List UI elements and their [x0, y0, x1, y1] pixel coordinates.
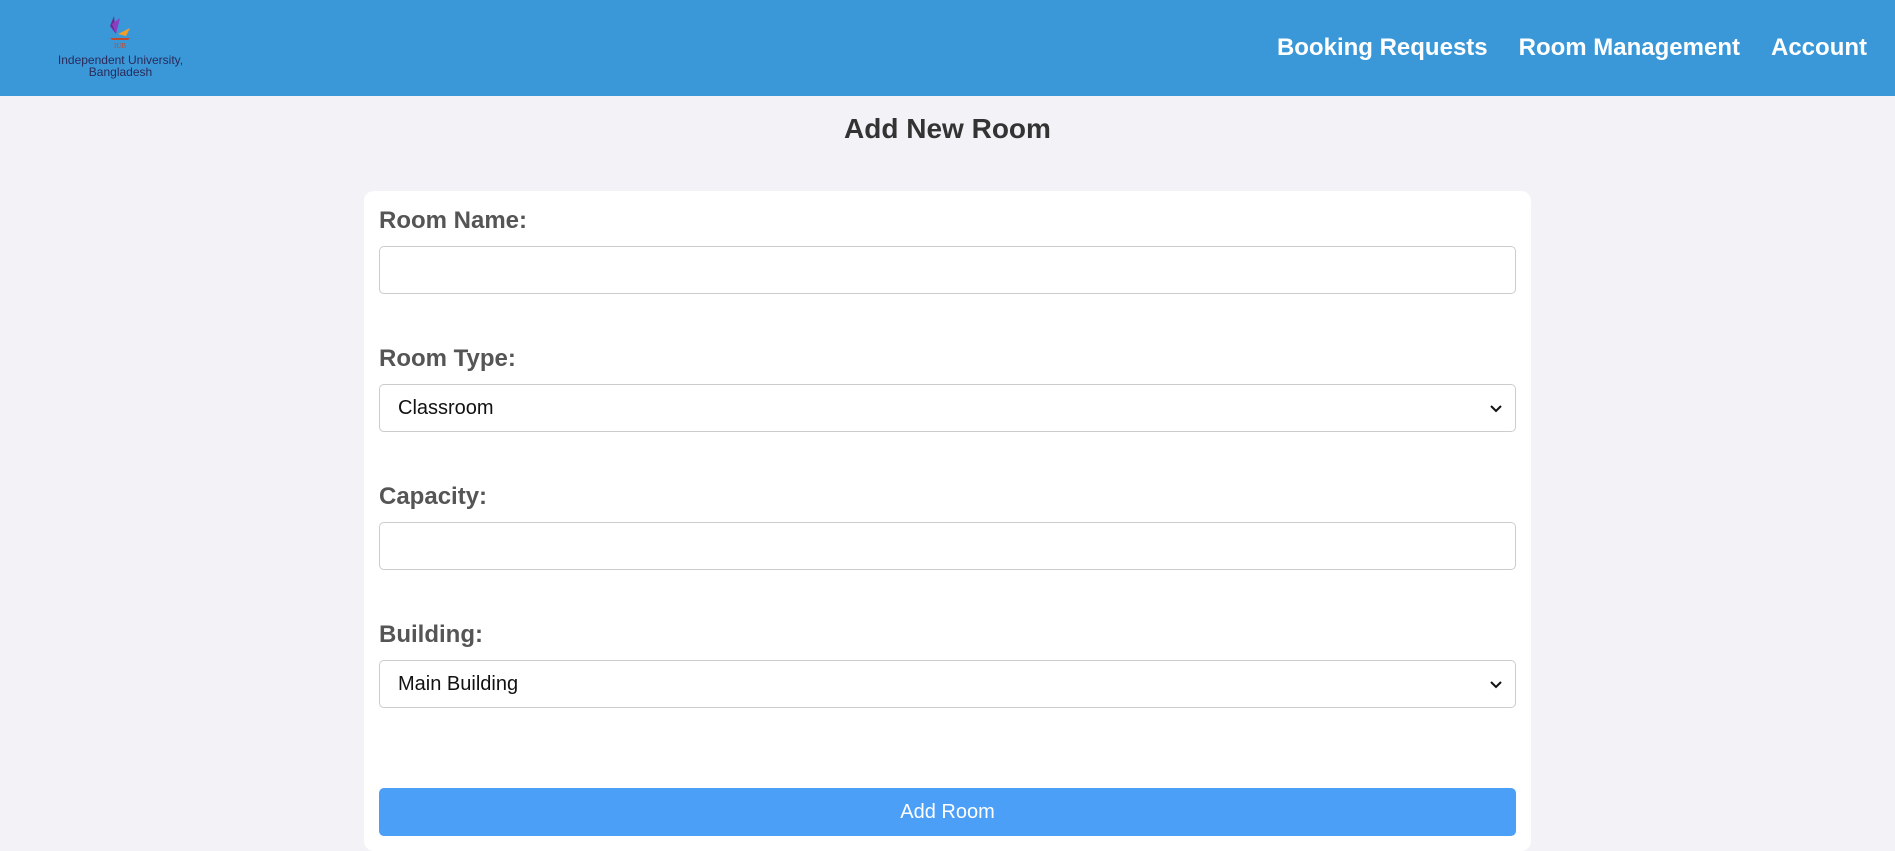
main-nav: Booking Requests Room Management Account	[1277, 0, 1867, 96]
add-room-button[interactable]: Add Room	[379, 788, 1516, 836]
room-type-select[interactable]: Classroom	[379, 384, 1516, 432]
capacity-field[interactable]	[379, 522, 1516, 570]
add-room-form: Room Name: Room Type: Classroom Capacity…	[364, 191, 1531, 851]
nav-room-management[interactable]: Room Management	[1519, 34, 1740, 62]
nav-account[interactable]: Account	[1771, 34, 1867, 62]
capacity-input[interactable]	[380, 523, 1515, 569]
building-label: Building:	[379, 621, 483, 648]
iub-logo-icon: IUB	[110, 16, 130, 50]
page-title: Add New Room	[844, 113, 1051, 144]
room-name-input[interactable]	[380, 247, 1515, 293]
university-logo[interactable]: IUB Independent University, Bangladesh	[28, 12, 213, 78]
nav-booking-requests[interactable]: Booking Requests	[1277, 34, 1488, 62]
room-name-field[interactable]	[379, 246, 1516, 294]
room-name-label: Room Name:	[379, 207, 528, 234]
chevron-down-icon	[1490, 405, 1502, 413]
logo-text: Independent University, Bangladesh	[28, 54, 213, 78]
logo-line-2: Bangladesh	[88, 65, 153, 79]
building-select[interactable]: Main Building	[379, 660, 1516, 708]
svg-text:IUB: IUB	[114, 42, 126, 50]
chevron-down-icon	[1490, 681, 1502, 689]
building-selected-value: Main Building	[398, 672, 519, 695]
top-navigation-bar: IUB Independent University, Bangladesh B…	[0, 0, 1895, 96]
room-type-selected-value: Classroom	[398, 396, 494, 419]
room-type-label: Room Type:	[379, 345, 516, 372]
capacity-label: Capacity:	[379, 483, 488, 510]
